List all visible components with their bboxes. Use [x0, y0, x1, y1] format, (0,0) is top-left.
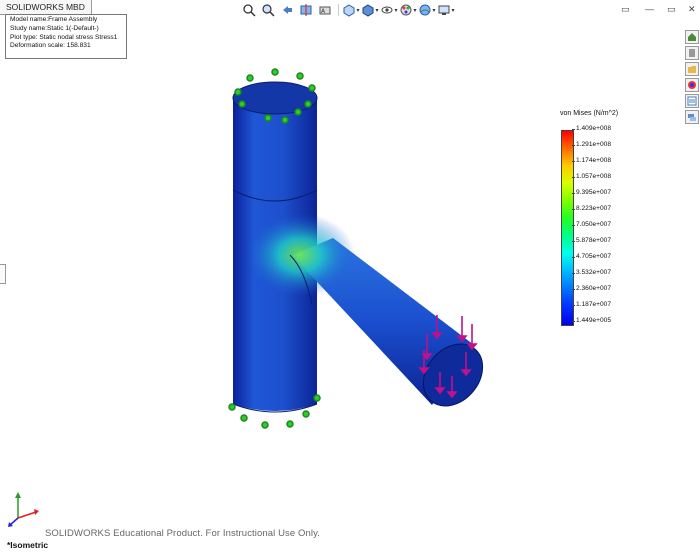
legend-tick: 3.532e+007 [571, 269, 612, 276]
educational-watermark: SOLIDWORKS Educational Product. For Inst… [45, 528, 320, 539]
coordinate-triad [8, 492, 39, 527]
stress-plot-model[interactable] [0, 0, 700, 552]
vertical-pipe-top-face [232, 81, 318, 115]
x-axis-arrow-icon [34, 509, 39, 515]
legend-tick: 8.223e+007 [571, 205, 612, 212]
legend-tick: 1.291e+008 [571, 141, 612, 148]
stress-hot-spot [245, 213, 355, 297]
legend-tick: 5.878e+007 [571, 237, 612, 244]
view-orientation-label: *Isometric [7, 540, 49, 550]
y-axis-arrow-icon [15, 492, 21, 498]
legend-tick: 1.057e+008 [571, 173, 612, 180]
legend-tick: 2.360e+007 [571, 285, 612, 292]
legend-title: von Mises (N/m^2) [560, 110, 619, 117]
legend-tick: 7.050e+007 [571, 221, 612, 228]
legend-tick: 9.395e+007 [571, 189, 612, 196]
z-axis-line [9, 517, 19, 526]
legend-tick: 4.705e+007 [571, 253, 612, 260]
stress-colorbar[interactable] [561, 130, 574, 326]
legend-tick: 1.174e+008 [571, 157, 612, 164]
legend-tick: 1.449e+005 [571, 317, 612, 324]
x-axis-line [17, 511, 37, 519]
legend-tick: 1.409e+008 [571, 125, 612, 132]
legend-tick: 1.187e+007 [571, 301, 612, 308]
